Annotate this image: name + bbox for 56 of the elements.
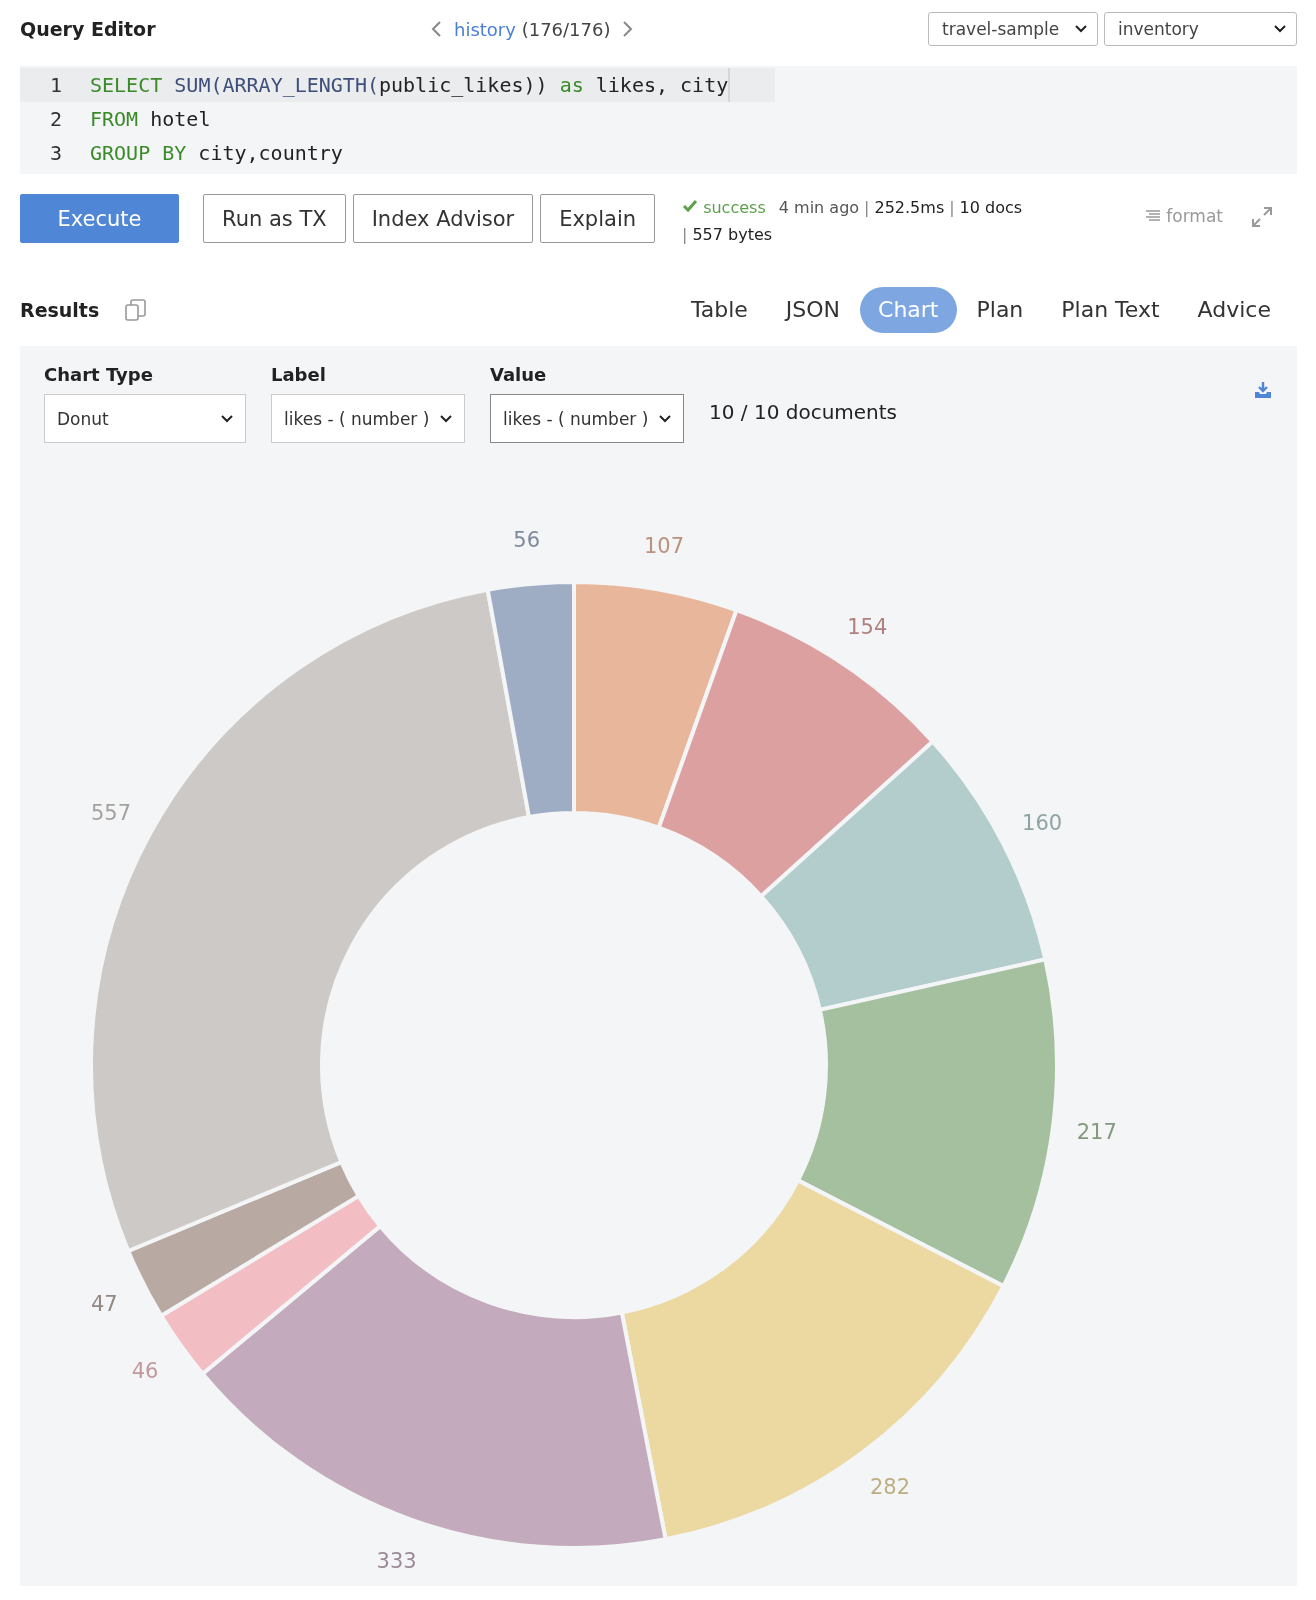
result-tab[interactable]: JSON xyxy=(767,287,859,333)
data-label: 217 xyxy=(1076,1120,1117,1144)
history-link[interactable]: history xyxy=(454,18,516,40)
separator: | xyxy=(682,225,688,244)
caret-icon xyxy=(440,414,452,423)
caret-icon xyxy=(1075,25,1087,33)
check-icon xyxy=(682,199,699,213)
code-line: FROM hotel xyxy=(90,106,211,133)
line-number: 3 xyxy=(48,141,63,165)
expand-icon[interactable] xyxy=(1251,206,1273,228)
caret-icon xyxy=(221,414,233,423)
result-tab[interactable]: Plan xyxy=(958,287,1042,333)
dropdown-field[interactable]: likes - ( number ) xyxy=(490,394,684,443)
result-tab[interactable]: Plan Text xyxy=(1043,287,1178,333)
data-label: 46 xyxy=(131,1359,159,1384)
result-tab[interactable]: Advice xyxy=(1179,287,1289,333)
data-label: 56 xyxy=(513,528,541,553)
data-label: 333 xyxy=(376,1549,417,1574)
data-label: 154 xyxy=(847,615,888,640)
data-label: 107 xyxy=(643,533,685,558)
list-icon xyxy=(1144,209,1163,223)
execute-button[interactable]: Execute xyxy=(20,194,179,243)
execution-time: 252.5ms xyxy=(874,198,945,217)
bucket-select[interactable]: travel-sample xyxy=(928,12,1098,46)
data-label: 160 xyxy=(1022,811,1063,835)
data-label: 47 xyxy=(90,1292,118,1316)
field-label: Value xyxy=(490,364,548,387)
separator: | xyxy=(949,198,955,217)
dropdown-field[interactable]: likes - ( number ) xyxy=(271,394,465,443)
editor-title: Query Editor xyxy=(20,18,157,40)
document-count: 10 / 10 documents xyxy=(709,400,898,424)
doc-count: 10 docs xyxy=(959,198,1023,217)
dropdown-field[interactable]: Donut xyxy=(44,394,246,443)
field-label: Label xyxy=(271,364,327,387)
next-icon[interactable] xyxy=(620,20,635,38)
previous-icon[interactable] xyxy=(430,20,444,38)
caret-icon xyxy=(659,414,671,423)
elapsed-time: 4 min ago xyxy=(778,198,860,217)
scope-select[interactable]: inventory xyxy=(1104,12,1297,46)
line-number: 1 xyxy=(48,73,63,97)
history-count: (176/176) xyxy=(521,18,611,40)
toolbar-button[interactable]: Index Advisor xyxy=(352,194,534,243)
separator: | xyxy=(864,198,870,217)
line-number: 2 xyxy=(48,107,63,131)
caret-icon xyxy=(1274,25,1286,33)
result-size: 557 bytes xyxy=(692,225,773,244)
data-label: 557 xyxy=(90,801,132,826)
field-label: Chart Type xyxy=(44,364,154,387)
status-text: success xyxy=(703,198,766,217)
code-line: GROUP BY city,country xyxy=(90,140,343,167)
toolbar-button[interactable]: Explain xyxy=(540,194,656,243)
results-title: Results xyxy=(20,299,100,321)
download-icon[interactable] xyxy=(1253,380,1273,400)
result-tab[interactable]: Table xyxy=(672,287,766,333)
toolbar-button[interactable]: Run as TX xyxy=(203,194,346,243)
data-label: 282 xyxy=(869,1474,911,1499)
